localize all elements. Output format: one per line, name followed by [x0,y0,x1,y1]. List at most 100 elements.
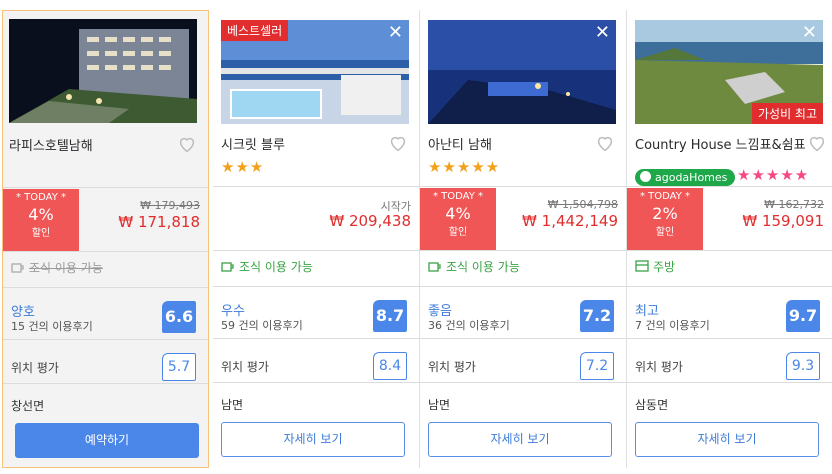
hotel-photo[interactable]: 베스트셀러 ✕ [221,20,409,124]
heart-icon[interactable] [176,133,198,155]
cup-icon [221,262,234,272]
review-score-badge: 6.6 [162,301,196,333]
breakfast-info: 조식 이용 가능 [428,258,520,275]
divider [420,382,626,383]
heart-icon[interactable] [594,132,616,154]
cup-icon [11,263,24,273]
heart-icon[interactable] [387,132,409,154]
view-details-button[interactable]: 자세히 보기 [428,422,612,457]
location-label: 위치 평가 [428,360,476,374]
divider [3,339,208,340]
discount-percent: 2% [652,204,678,223]
location-score-badge: 7.2 [580,352,614,380]
divider [627,338,832,339]
location-label: 위치 평가 [635,360,683,374]
area-name: 남면 [221,398,244,412]
review-count[interactable]: 36 건의 이용후기 [428,317,510,333]
close-icon[interactable]: ✕ [595,24,610,42]
location-score-badge: 5.7 [162,353,196,381]
divider [627,250,832,251]
divider [213,250,419,251]
divider [213,286,419,287]
review-count[interactable]: 7 건의 이용후기 [635,317,710,333]
today-label: * TODAY * [639,191,691,202]
hotel-name[interactable]: Country House 느낌표&쉼표 [635,134,805,153]
original-price: ₩ 162,732 [764,198,824,211]
kitchen-icon [635,260,649,272]
breakfast-label: 조식 이용 가능 [239,260,313,274]
today-discount-badge: * TODAY * 2% 할인 [627,188,703,250]
hotel-compare-grid: 라피스호텔남해 * TODAY * 4% 할인 ₩ 179,493 ₩ 171,… [0,0,832,474]
review-count[interactable]: 15 건의 이용후기 [11,318,93,334]
today-discount-badge: * TODAY * 4% 할인 [3,189,79,251]
location-label: 위치 평가 [221,360,269,374]
divider [420,338,626,339]
area-name: 삼동면 [635,398,669,412]
view-details-button[interactable]: 자세히 보기 [221,422,405,457]
divider [627,382,832,383]
review-score-badge: 7.2 [580,300,614,332]
divider [213,186,419,187]
location-score-badge: 8.4 [373,352,407,380]
today-discount-badge: * TODAY * 4% 할인 [420,188,496,250]
divider [420,186,626,187]
hotel-name[interactable]: 아난티 남해 [428,134,588,153]
heart-icon[interactable] [806,132,828,154]
review-score-badge: 9.7 [786,300,820,332]
book-button[interactable]: 예약하기 [15,423,199,458]
agoda-homes-badge: agodaHomes [635,169,736,186]
divider [213,382,419,383]
star-rating: ★★★ [221,158,265,176]
breakfast-label: 조식 이용 가능 [29,261,103,275]
hotel-card-ananti[interactable]: ✕ 아난티 남해 ★★★★★ * TODAY * 4% 할인 ₩ 1,504,7… [420,10,627,468]
discount-unit: 할인 [31,228,51,239]
divider [3,287,208,288]
divider [420,286,626,287]
hotel-photo[interactable]: ✕ 가성비 최고 [635,20,823,124]
location-label: 위치 평가 [11,361,59,375]
review-count[interactable]: 59 건의 이용후기 [221,317,303,333]
breakfast-info: 조식 이용 가능 [11,259,103,276]
discount-percent: 4% [445,204,471,223]
original-price: ₩ 179,493 [140,199,200,212]
price: ₩ 1,442,149 [522,212,618,230]
kitchen-label: 주방 [653,260,676,274]
view-details-button[interactable]: 자세히 보기 [635,422,819,457]
location-score-badge: 9.3 [786,352,820,380]
hotel-name[interactable]: 시크릿 블루 [221,134,381,153]
divider [3,187,208,188]
today-label: * TODAY * [15,192,67,203]
close-icon[interactable]: ✕ [388,24,403,42]
kitchen-info: 주방 [635,258,675,275]
price: ₩ 159,091 [742,212,824,230]
price: ₩ 209,438 [329,212,411,230]
star-rating: ★★★★★ [737,166,810,184]
discount-percent: 4% [28,205,54,224]
hotel-name[interactable]: 라피스호텔남해 [9,135,169,154]
hotel-card-country-house[interactable]: ✕ 가성비 최고 Country House 느낌표&쉼표 agodaHomes… [627,10,832,468]
close-icon[interactable]: ✕ [802,24,817,42]
breakfast-label: 조식 이용 가능 [446,260,520,274]
cup-icon [428,262,441,272]
breakfast-info: 조식 이용 가능 [221,258,313,275]
star-rating: ★★★★★ [428,158,501,176]
review-score-badge: 8.7 [373,300,407,332]
original-price: ₩ 1,504,798 [547,198,618,211]
divider [213,338,419,339]
best-value-badge: 가성비 최고 [751,103,823,124]
divider [3,251,208,252]
hotel-card-lapis[interactable]: 라피스호텔남해 * TODAY * 4% 할인 ₩ 179,493 ₩ 171,… [2,10,209,468]
brand-label: agodaHomes [655,171,728,184]
divider [420,250,626,251]
divider [627,286,832,287]
today-label: * TODAY * [432,191,484,202]
discount-unit: 할인 [655,227,675,238]
area-name: 창선면 [11,399,45,413]
area-name: 남면 [428,398,451,412]
hotel-photo[interactable] [9,19,197,123]
home-icon [640,171,651,182]
hotel-photo[interactable]: ✕ [428,20,616,124]
divider [3,383,208,384]
divider [627,186,832,187]
hotel-card-secret-blue[interactable]: 베스트셀러 ✕ 시크릿 블루 ★★★ 시작가 ₩ 209,438 조식 이용 가… [213,10,420,468]
